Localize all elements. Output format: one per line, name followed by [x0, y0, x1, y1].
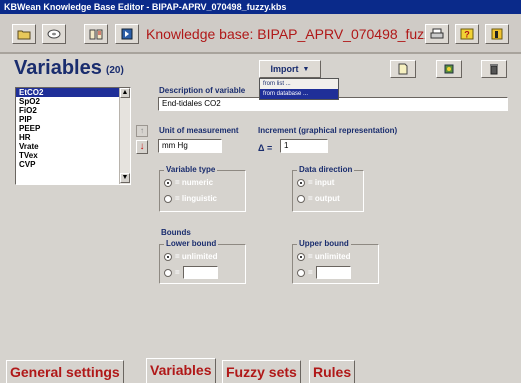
window-title: KBWean Knowledge Base Editor - BIPAP-APR…	[4, 2, 287, 12]
radio-button[interactable]	[164, 194, 172, 203]
delete-variable-button[interactable]	[481, 60, 507, 78]
arrow-down-icon: ↓	[139, 141, 145, 152]
toolbar: Knowledge base: BIPAP_APRV_070498_fuzzy …	[0, 14, 521, 54]
radio-input-label: = input	[308, 178, 335, 187]
page-title: Variables	[14, 57, 102, 79]
knowledge-base-title: Knowledge base: BIPAP_APRV_070498_fuzzy	[146, 26, 439, 42]
open-book-icon	[89, 29, 103, 40]
radio-button[interactable]	[297, 178, 305, 187]
list-item[interactable]: Vrate	[16, 142, 130, 151]
radio-button[interactable]	[164, 268, 172, 277]
menu-item-from-database[interactable]: from database ...	[260, 89, 338, 99]
upper-bound-group: Upper bound = unlimited =	[292, 239, 379, 284]
radio-lower-unlimited[interactable]: = unlimited	[164, 252, 217, 261]
svg-text:?: ?	[464, 30, 470, 40]
menu-item-from-list[interactable]: from list ...	[260, 79, 338, 89]
list-item[interactable]: EtCO2	[16, 88, 130, 97]
arrow-up-icon: ↑	[140, 126, 144, 135]
lower-bound-group: Lower bound = unlimited =	[159, 239, 246, 284]
open-folder-button[interactable]	[12, 24, 36, 44]
import-dropdown-menu: from list ... from database ...	[259, 78, 339, 100]
radio-button[interactable]	[297, 194, 305, 203]
tab-rules[interactable]: Rules	[309, 360, 356, 383]
open-book-button[interactable]	[84, 24, 108, 44]
lower-bound-field[interactable]	[182, 266, 218, 279]
lower-unlimited-label: = unlimited	[175, 252, 218, 261]
import-button[interactable]: Import ▼	[259, 60, 321, 78]
edit-icon	[444, 64, 454, 74]
print-button[interactable]	[425, 24, 449, 44]
increment-label: Increment (graphical representation)	[258, 126, 398, 135]
list-item[interactable]: SpO2	[16, 97, 130, 106]
radio-button[interactable]	[297, 252, 305, 261]
edit-variable-button[interactable]	[436, 60, 462, 78]
help-button[interactable]: ?	[455, 24, 479, 44]
upper-unlimited-label: = unlimited	[308, 252, 351, 261]
list-item[interactable]: FiO2	[16, 106, 130, 115]
list-item[interactable]: PIP	[16, 115, 130, 124]
lower-bound-title: Lower bound	[164, 239, 219, 248]
unit-field[interactable]: mm Hg	[158, 139, 222, 153]
radio-linguistic-label: = linguistic	[175, 194, 218, 203]
upper-bound-field[interactable]	[315, 266, 351, 279]
data-direction-group: Data direction = input = output	[292, 165, 364, 212]
upper-value-label: =	[308, 268, 313, 277]
variable-type-group: Variable type = numeric = linguistic	[159, 165, 246, 212]
radio-input[interactable]: = input	[297, 178, 334, 187]
bounds-label: Bounds	[161, 228, 191, 237]
save-disk-icon	[47, 29, 61, 39]
radio-button[interactable]	[297, 268, 305, 277]
import-label: Import	[270, 64, 299, 74]
list-scrollbar[interactable]: ▲ ▼	[119, 88, 130, 184]
radio-button[interactable]	[164, 252, 172, 261]
chevron-down-icon: ▼	[302, 65, 310, 73]
move-down-button[interactable]: ↓	[136, 140, 148, 154]
delta-label: Δ =	[258, 143, 273, 153]
tab-variables[interactable]: Variables	[146, 358, 216, 383]
scroll-up-button[interactable]: ▲	[120, 88, 130, 98]
window-title-bar: KBWean Knowledge Base Editor - BIPAP-APR…	[0, 0, 521, 14]
description-label: Description of variable	[159, 86, 246, 95]
help-icon: ?	[460, 28, 474, 40]
new-document-icon	[398, 63, 408, 75]
list-item[interactable]: CVP	[16, 160, 130, 169]
save-button[interactable]	[42, 24, 66, 44]
radio-output[interactable]: = output	[297, 194, 340, 203]
radio-numeric[interactable]: = numeric	[164, 178, 213, 187]
upper-bound-title: Upper bound	[297, 239, 351, 248]
list-item[interactable]: HR	[16, 133, 130, 142]
data-direction-title: Data direction	[297, 165, 355, 174]
radio-upper-value[interactable]: =	[297, 266, 351, 279]
exit-button[interactable]	[485, 24, 509, 44]
app-window: KBWean Knowledge Base Editor - BIPAP-APR…	[0, 0, 521, 383]
unit-label: Unit of measurement	[159, 126, 239, 135]
print-icon	[430, 28, 444, 39]
open-folder-icon	[17, 30, 31, 40]
radio-lower-value[interactable]: =	[164, 266, 218, 279]
radio-linguistic[interactable]: = linguistic	[164, 194, 217, 203]
list-item[interactable]: TVex	[16, 151, 130, 160]
increment-field[interactable]: 1	[280, 139, 328, 153]
tab-bar: General settings Variables Fuzzy sets Ru…	[0, 356, 521, 383]
radio-upper-unlimited[interactable]: = unlimited	[297, 252, 350, 261]
new-variable-button[interactable]	[390, 60, 416, 78]
variable-count: (20)	[106, 65, 124, 76]
lower-value-label: =	[175, 268, 180, 277]
tab-general-settings[interactable]: General settings	[6, 360, 124, 383]
variable-type-title: Variable type	[164, 165, 218, 174]
radio-numeric-label: = numeric	[175, 178, 214, 187]
radio-button[interactable]	[164, 178, 172, 187]
move-up-button[interactable]: ↑	[136, 125, 148, 137]
exit-icon	[491, 28, 503, 40]
run-icon	[121, 28, 133, 40]
scroll-down-button[interactable]: ▼	[120, 173, 130, 183]
trash-icon	[490, 64, 498, 75]
list-item[interactable]: PEEP	[16, 124, 130, 133]
variable-list[interactable]: EtCO2 SpO2 FiO2 PIP PEEP HR Vrate TVex C…	[15, 87, 131, 185]
run-button[interactable]	[115, 24, 139, 44]
tab-fuzzy-sets[interactable]: Fuzzy sets	[222, 360, 301, 383]
radio-output-label: = output	[308, 194, 340, 203]
